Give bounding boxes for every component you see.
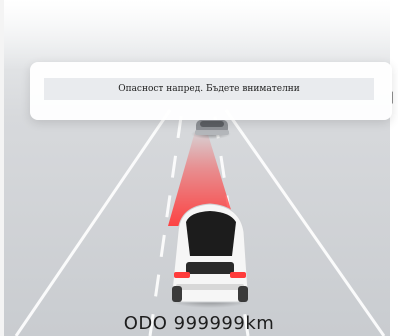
odometer-unit: km [245, 313, 275, 334]
alert-toast-body: Опасност напред. Бъдете внимателни [44, 78, 374, 100]
ego-vehicle [170, 203, 250, 308]
lead-vehicle [191, 120, 231, 139]
road-scene [14, 109, 386, 336]
left-bezel [0, 0, 4, 336]
alert-toast: Опасност напред. Бъдете внимателни [30, 62, 392, 120]
right-bezel [390, 0, 398, 336]
odometer-value: 999999 [173, 313, 246, 334]
odometer-label: ODO [123, 313, 168, 334]
alert-message: Опасност напред. Бъдете внимателни [118, 84, 300, 94]
odometer: ODO 999999km [0, 313, 398, 334]
side-indicator-icon: ▏ [392, 93, 398, 104]
driver-display: ▏ Опасност напред. Бъдете внимателни ODO… [0, 0, 398, 336]
